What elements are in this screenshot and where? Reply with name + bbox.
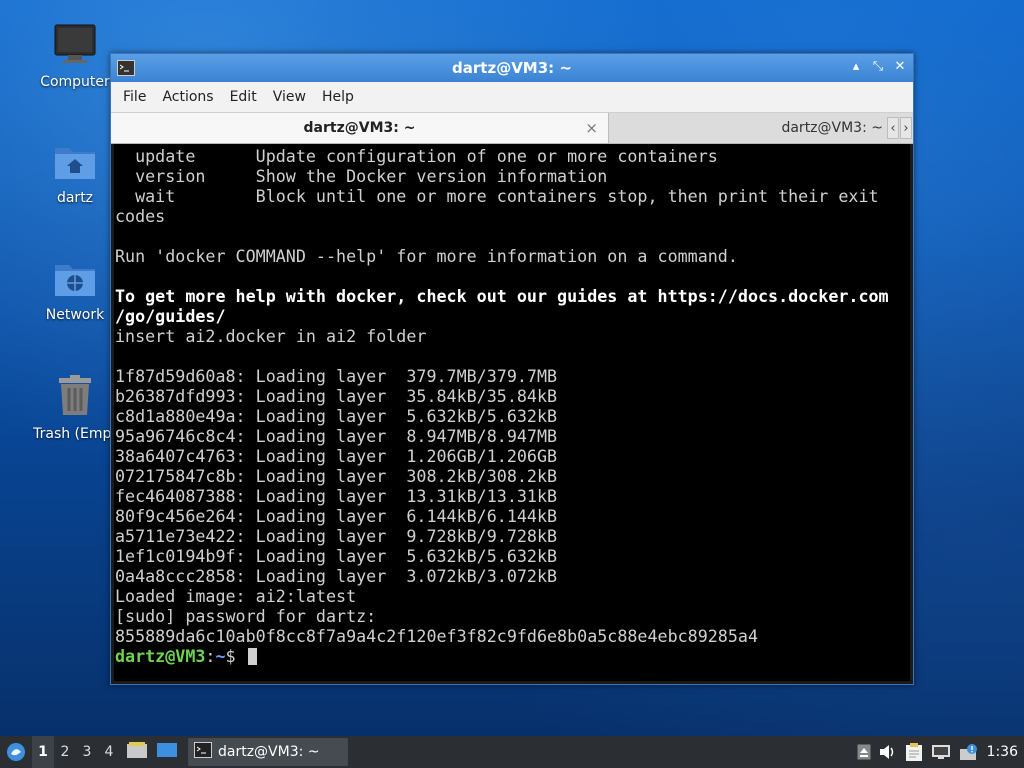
window-title: dartz@VM3: ~ [452, 59, 572, 77]
menu-file[interactable]: File [115, 89, 154, 105]
terminal-line: codes [115, 206, 166, 226]
tab-label: dartz@VM3: ~ [781, 120, 883, 136]
start-menu-icon[interactable] [0, 742, 32, 762]
terminal-line: 1f87d59d60a8: Loading layer 379.7MB/379.… [115, 366, 558, 386]
system-tray: 1:36 [857, 736, 1024, 768]
menubar: File Actions Edit View Help [111, 82, 913, 113]
workspace-3[interactable]: 3 [76, 736, 98, 768]
tab-terminal-2[interactable]: dartz@VM3: ~ [609, 113, 913, 143]
terminal-icon [117, 60, 135, 80]
workspace-2[interactable]: 2 [54, 736, 76, 768]
prompt-separator: : [205, 646, 216, 666]
terminal-output[interactable]: update Update configuration of one or mo… [114, 144, 910, 681]
window-titlebar[interactable]: dartz@VM3: ~ ▴ ⤡ ✕ [111, 54, 913, 82]
terminal-line: 1ef1c0194b9f: Loading layer 5.632kB/5.63… [115, 546, 558, 566]
taskbar-item-label: dartz@VM3: ~ [218, 744, 320, 760]
tab-scroll-right-icon[interactable]: › [900, 117, 912, 139]
terminal-line: To get more help with docker, check out … [115, 286, 889, 306]
maximize-button[interactable]: ⤡ [869, 59, 887, 74]
terminal-line: c8d1a880e49a: Loading layer 5.632kB/5.63… [115, 406, 558, 426]
menu-help[interactable]: Help [314, 89, 362, 105]
volume-icon[interactable] [879, 744, 897, 760]
terminal-line: 38a6407c4763: Loading layer 1.206GB/1.20… [115, 446, 558, 466]
menu-edit[interactable]: Edit [222, 89, 265, 105]
workspace-4[interactable]: 4 [98, 736, 120, 768]
terminal-line: wait Block until one or more containers … [115, 186, 879, 206]
taskbar-item-terminal[interactable]: dartz@VM3: ~ [188, 738, 348, 766]
terminal-line: Run 'docker COMMAND --help' for more inf… [115, 246, 738, 266]
terminal-line: 95a96746c8c4: Loading layer 8.947MB/8.94… [115, 426, 558, 446]
terminal-line: b26387dfd993: Loading layer 35.84kB/35.8… [115, 386, 558, 406]
prompt-symbol: $ [225, 646, 246, 666]
workspace-1[interactable]: 1 [32, 736, 54, 768]
terminal-line: 855889da6c10ab0f8cc8f7a9a4c2f120ef3f82c9… [115, 626, 758, 646]
terminal-line: 80f9c456e264: Loading layer 6.144kB/6.14… [115, 506, 558, 526]
tab-bar: dartz@VM3: ~ × dartz@VM3: ~ ‹ › [111, 113, 913, 144]
terminal-line: update Update configuration of one or mo… [115, 146, 718, 166]
prompt-user: dartz@VM3 [115, 646, 206, 666]
update-notifier-icon[interactable] [959, 743, 979, 761]
tab-terminal-1[interactable]: dartz@VM3: ~ × [111, 113, 609, 143]
terminal-line: fec464087388: Loading layer 13.31kB/13.3… [115, 486, 558, 506]
terminal-prompt[interactable]: dartz@VM3:~$ [115, 646, 910, 666]
network-icon[interactable] [931, 744, 951, 760]
file-manager-launcher-icon[interactable] [126, 741, 148, 763]
terminal-cursor [247, 648, 257, 665]
taskbar: 1 2 3 4 dartz@VM3: ~ 1:36 [0, 736, 1024, 768]
tab-scroll-left-icon[interactable]: ‹ [887, 117, 899, 139]
menu-actions[interactable]: Actions [154, 89, 221, 105]
terminal-line: [sudo] password for dartz: [115, 606, 377, 626]
terminal-line: 0a4a8ccc2858: Loading layer 3.072kB/3.07… [115, 566, 558, 586]
terminal-window: dartz@VM3: ~ ▴ ⤡ ✕ File Actions Edit Vie… [110, 53, 914, 685]
desktop-show-icon[interactable] [156, 741, 178, 763]
terminal-line: a5711e73e422: Loading layer 9.728kB/9.72… [115, 526, 558, 546]
terminal-line: 072175847c8b: Loading layer 308.2kB/308.… [115, 466, 558, 486]
eject-icon[interactable] [857, 744, 871, 760]
close-button[interactable]: ✕ [891, 59, 909, 74]
clipboard-icon[interactable] [905, 742, 923, 762]
terminal-line: /go/guides/ [115, 306, 226, 326]
tab-label: dartz@VM3: ~ [303, 120, 416, 136]
prompt-path: ~ [215, 646, 226, 666]
menu-view[interactable]: View [265, 89, 314, 105]
terminal-line: insert ai2.docker in ai2 folder [115, 326, 427, 346]
terminal-line: Loaded image: ai2:latest [115, 586, 357, 606]
terminal-icon [194, 742, 212, 762]
terminal-line: version Show the Docker version informat… [115, 166, 608, 186]
clock[interactable]: 1:36 [987, 744, 1018, 760]
minimize-button[interactable]: ▴ [847, 59, 865, 74]
tab-close-button[interactable]: × [585, 113, 598, 143]
